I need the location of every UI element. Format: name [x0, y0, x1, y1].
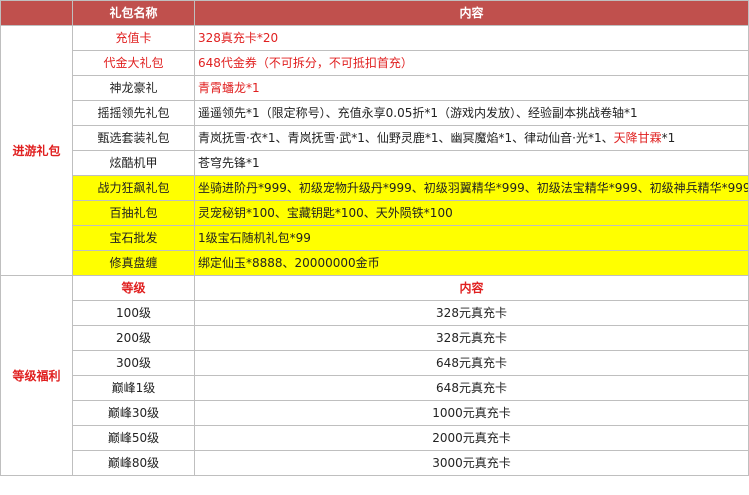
gift-name-cell: 百抽礼包 — [72, 200, 195, 226]
gift-content-highlight: 天降甘霖 — [613, 131, 662, 145]
gift-content-text: 苍穹先锋*1 — [198, 156, 260, 170]
level-name-cell: 巅峰50级 — [72, 425, 195, 451]
level-name-cell: 巅峰80级 — [72, 450, 195, 476]
level-name-cell: 巅峰30级 — [72, 400, 195, 426]
gift-name-cell: 甄选套装礼包 — [72, 125, 195, 151]
table-row: 摇摇领先礼包 遥遥领先*1（限定称号）、充值永享0.05折*1（游戏内发放）、经验… — [1, 100, 749, 126]
gift-content-text: 青岚抚雪·衣*1、青岚抚雪·武*1、仙野灵鹿*1、幽冥魔焰*1、律动仙音·光*1… — [198, 131, 614, 145]
gift-content-text: 1级宝石随机礼包*99 — [198, 231, 311, 245]
level-content-cell: 648元真充卡 — [194, 350, 749, 376]
level-name-cell: 100级 — [72, 300, 195, 326]
gift-name-cell: 宝石批发 — [72, 225, 195, 251]
gift-name-cell: 修真盘缠 — [72, 250, 195, 276]
level-content-cell: 2000元真充卡 — [194, 425, 749, 451]
gift-content-text: 绑定仙玉*8888、20000000金币 — [198, 256, 380, 270]
gift-content-text: 青霄蟠龙*1 — [198, 81, 260, 95]
header-gift-name: 礼包名称 — [72, 0, 195, 26]
gift-table: 礼包名称 内容 进游礼包 充值卡 328真充卡*20 代金大礼包 648代金券（不可拆分，不… — [0, 0, 749, 476]
table-row: 巅峰80级 3000元真充卡 — [1, 450, 749, 476]
table-row: 百抽礼包 灵宠秘钥*100、宝藏钥匙*100、天外陨铁*100 — [1, 200, 749, 226]
table-row: 修真盘缠 绑定仙玉*8888、20000000金币 — [1, 250, 749, 276]
gift-content-text: 灵宠秘钥*100、宝藏钥匙*100、天外陨铁*100 — [198, 206, 453, 220]
table-row: 神龙豪礼 青霄蟠龙*1 — [1, 75, 749, 101]
gift-content-text: 648代金券（不可拆分，不可抵扣首充） — [198, 56, 413, 70]
level-content-cell: 328元真充卡 — [194, 300, 749, 326]
gift-name-cell: 神龙豪礼 — [72, 75, 195, 101]
level-name-cell: 300级 — [72, 350, 195, 376]
gift-content-cell: 绑定仙玉*8888、20000000金币 — [194, 250, 749, 276]
header-blank-cell — [0, 0, 73, 26]
gift-name-cell: 战力狂飙礼包 — [72, 175, 195, 201]
section-level-label: 等级福利 — [0, 275, 73, 476]
section-join-label: 进游礼包 — [0, 25, 73, 276]
gift-content-text: 328真充卡*20 — [198, 31, 279, 45]
gift-header-row: 礼包名称 内容 — [0, 0, 749, 26]
gift-content-cell: 1级宝石随机礼包*99 — [194, 225, 749, 251]
header-gift-content: 内容 — [194, 0, 749, 26]
gift-name-cell: 炫酷机甲 — [72, 150, 195, 176]
table-row: 宝石批发 1级宝石随机礼包*99 — [1, 225, 749, 251]
gift-content-text: 遥遥领先*1（限定称号）、充值永享0.05折*1（游戏内发放）、经验副本挑战卷轴… — [198, 106, 638, 120]
gift-content-cell: 648代金券（不可拆分，不可抵扣首充） — [194, 50, 749, 76]
table-row: 100级 328元真充卡 — [1, 300, 749, 326]
level-content-cell: 3000元真充卡 — [194, 450, 749, 476]
gift-name-cell: 摇摇领先礼包 — [72, 100, 195, 126]
gift-name-cell: 代金大礼包 — [72, 50, 195, 76]
gift-content-cell: 遥遥领先*1（限定称号）、充值永享0.05折*1（游戏内发放）、经验副本挑战卷轴… — [194, 100, 749, 126]
gift-content-text: 坐骑进阶丹*999、初级宠物升级丹*999、初级羽翼精华*999、初级法宝精华*… — [198, 181, 749, 195]
level-content-cell: 648元真充卡 — [194, 375, 749, 401]
gift-content-cell: 328真充卡*20 — [194, 25, 749, 51]
gift-content-cell: 青霄蟠龙*1 — [194, 75, 749, 101]
table-row: 300级 648元真充卡 — [1, 350, 749, 376]
header-level-name: 等级 — [72, 275, 195, 301]
table-row: 进游礼包 充值卡 328真充卡*20 — [0, 25, 749, 276]
gift-content-cell: 苍穹先锋*1 — [194, 150, 749, 176]
table-row: 200级 328元真充卡 — [1, 325, 749, 351]
table-row: 巅峰50级 2000元真充卡 — [1, 425, 749, 451]
level-name-cell: 200级 — [72, 325, 195, 351]
gift-content-cell: 青岚抚雪·衣*1、青岚抚雪·武*1、仙野灵鹿*1、幽冥魔焰*1、律动仙音·光*1… — [194, 125, 749, 151]
gift-content-cell: 坐骑进阶丹*999、初级宠物升级丹*999、初级羽翼精华*999、初级法宝精华*… — [194, 175, 749, 201]
table-row: 战力狂飙礼包 坐骑进阶丹*999、初级宠物升级丹*999、初级羽翼精华*999、初… — [1, 175, 749, 201]
level-content-cell: 1000元真充卡 — [194, 400, 749, 426]
gift-content-tail: *1 — [661, 131, 676, 145]
level-name-cell: 巅峰1级 — [72, 375, 195, 401]
table-row: 巅峰30级 1000元真充卡 — [1, 400, 749, 426]
level-content-cell: 328元真充卡 — [194, 325, 749, 351]
table-row: 巅峰1级 648元真充卡 — [1, 375, 749, 401]
table-row: 甄选套装礼包 青岚抚雪·衣*1、青岚抚雪·武*1、仙野灵鹿*1、幽冥魔焰*1、律动… — [1, 125, 749, 151]
table-row: 代金大礼包 648代金券（不可拆分，不可抵扣首充） — [1, 50, 749, 76]
level-header-row: 等级福利 等级 内容 — [0, 275, 749, 476]
table-row: 炫酷机甲 苍穹先锋*1 — [1, 150, 749, 176]
header-level-content: 内容 — [194, 275, 749, 301]
gift-content-cell: 灵宠秘钥*100、宝藏钥匙*100、天外陨铁*100 — [194, 200, 749, 226]
gift-name-cell: 充值卡 — [72, 25, 195, 51]
